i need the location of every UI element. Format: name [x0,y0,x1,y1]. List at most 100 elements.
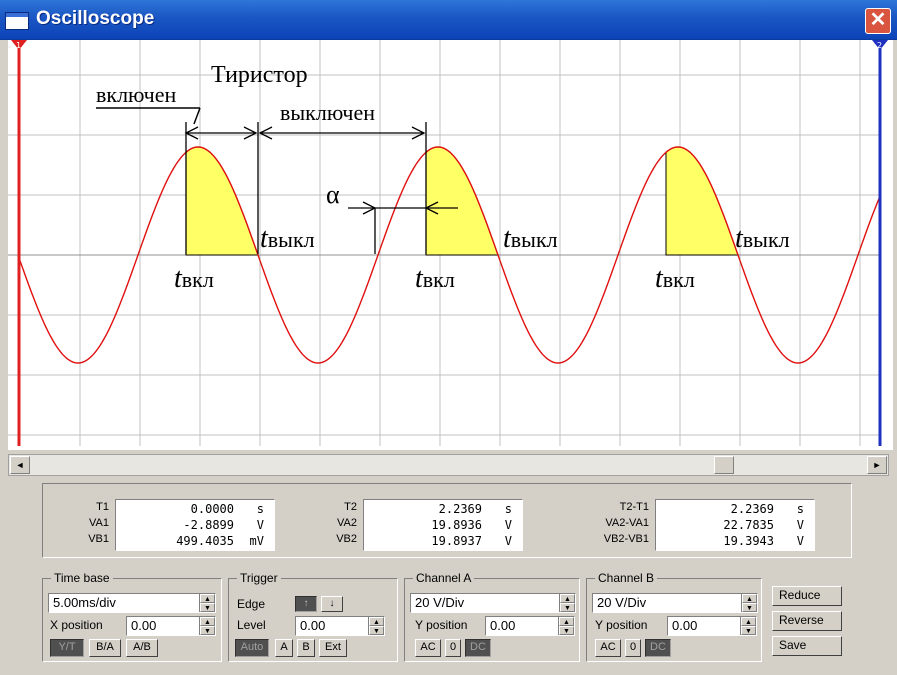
readout-label: VA2 [337,517,357,529]
t-on-label-1: tвкл [174,263,214,294]
scroll-right-button[interactable]: ► [867,456,887,474]
channel-b-scale-value: 20 V/Div [597,595,647,610]
t1-unit: s [256,502,264,516]
trigger-ext-button[interactable]: Ext [319,639,347,657]
level-label: Level [237,618,266,632]
spin-up-icon[interactable]: ▲ [369,617,384,626]
level-spinner[interactable]: ▲ ▼ [368,617,384,635]
close-button[interactable]: ✕ [865,8,891,34]
vb-diff-unit: V [796,534,804,548]
annotation-on: включен [96,82,176,107]
spin-down-icon[interactable]: ▼ [200,626,215,635]
timebase-title: Time base [51,571,113,585]
va-diff-unit: V [796,518,804,532]
channel-a-dc-button[interactable]: DC [465,639,491,657]
readout-label: VB2-VB1 [603,533,649,545]
spin-down-icon[interactable]: ▼ [742,603,757,612]
timebase-value: 5.00ms/div [53,595,116,610]
t2-unit: s [504,502,512,516]
timebase-select[interactable]: 5.00ms/div ▲ ▼ [48,593,216,613]
horizontal-scrollbar[interactable]: ◄ ► [8,454,889,476]
channel-b-ypos-field[interactable]: 0.00 ▲ ▼ [667,616,757,636]
channel-a-zero-button[interactable]: 0 [445,639,461,657]
t-off-label-2: tвыкл [503,223,558,254]
vb2-unit: V [504,534,512,548]
channel-b-group: Channel B 20 V/Div ▲ ▼ Y position 0.00 ▲ ▼… [586,571,762,662]
scope-screen: 1 2 Тиристор включен выключен α tвкл tвы… [8,40,893,450]
va2-value: 19.8936 [431,518,482,532]
spin-down-icon[interactable]: ▼ [559,626,574,635]
channel-a-title: Channel A [413,571,475,585]
spin-up-icon[interactable]: ▲ [560,594,575,603]
cursor-1-label: 1 [16,41,21,50]
mode-ab-button[interactable]: A/B [126,639,158,657]
va-diff-value: 22.7835 [723,518,774,532]
spin-down-icon[interactable]: ▼ [560,603,575,612]
edge-falling-button[interactable]: ↓ [321,596,343,612]
channel-b-ypos-spinner[interactable]: ▲ ▼ [740,617,756,635]
timebase-spinner[interactable]: ▲ ▼ [199,594,215,612]
trigger-group: Trigger Edge ↑ ↓ Level 0.00 ▲ ▼ Auto A B … [228,571,398,662]
readout-label: VB1 [88,533,109,545]
channel-a-group: Channel A 20 V/Div ▲ ▼ Y position 0.00 ▲ ▼… [404,571,580,662]
t2-value: 2.2369 [438,502,482,516]
channel-a-scale-select[interactable]: 20 V/Div ▲ ▼ [410,593,576,613]
readout-label: T1 [96,501,109,513]
spin-down-icon[interactable]: ▼ [741,626,756,635]
title-bar: Oscilloscope ✕ [0,0,897,40]
t1-readout-box: 0.0000 s -2.8899 V 499.4035 mV [115,499,275,551]
spin-up-icon[interactable]: ▲ [200,617,215,626]
spin-up-icon[interactable]: ▲ [741,617,756,626]
channel-b-ac-button[interactable]: AC [595,639,621,657]
spin-down-icon[interactable]: ▼ [369,626,384,635]
trigger-a-button[interactable]: A [275,639,293,657]
xposition-value: 0.00 [131,618,157,633]
channel-a-scale-spinner[interactable]: ▲ ▼ [559,594,575,612]
channel-b-scale-select[interactable]: 20 V/Div ▲ ▼ [592,593,758,613]
scroll-thumb[interactable] [714,456,734,474]
annotation-thyristor: Тиристор [211,62,308,88]
xposition-spinner[interactable]: ▲ ▼ [199,617,215,635]
readout-label: VB2 [336,533,357,545]
spin-down-icon[interactable]: ▼ [200,603,215,612]
cursor-2-label: 2 [877,41,882,50]
channel-b-ypos-value: 0.00 [672,618,698,633]
va1-value: -2.8899 [183,518,234,532]
readout-label: VA1 [89,517,109,529]
va1-unit: V [256,518,264,532]
channel-a-ypos-field[interactable]: 0.00 ▲ ▼ [485,616,575,636]
annotation-alpha: α [326,180,340,209]
channel-b-dc-button[interactable]: DC [645,639,671,657]
conduction-fill [665,146,739,256]
mode-ba-button[interactable]: B/A [89,639,121,657]
diff-readout-box: 2.2369 s 22.7835 V 19.3943 V [655,499,815,551]
reverse-button[interactable]: Reverse [772,611,842,631]
va2-unit: V [504,518,512,532]
channel-b-zero-button[interactable]: 0 [625,639,641,657]
spin-up-icon[interactable]: ▲ [200,594,215,603]
edge-rising-button[interactable]: ↑ [295,596,317,612]
trigger-auto-button[interactable]: Auto [235,639,269,657]
spin-up-icon[interactable]: ▲ [559,617,574,626]
readout-label: T2 [344,501,357,513]
t2-readout-box: 2.2369 s 19.8936 V 19.8937 V [363,499,523,551]
t-off-label-3: tвыкл [735,223,790,254]
channel-b-scale-spinner[interactable]: ▲ ▼ [741,594,757,612]
reduce-button[interactable]: Reduce [772,586,842,606]
vb1-value: 499.4035 [176,534,234,548]
mode-yt-button[interactable]: Y/T [50,639,84,657]
xposition-field[interactable]: 0.00 ▲ ▼ [126,616,216,636]
scroll-left-button[interactable]: ◄ [10,456,30,474]
channel-a-ypos-value: 0.00 [490,618,516,633]
channel-a-ypos-spinner[interactable]: ▲ ▼ [558,617,574,635]
scope-display: 1 2 Тиристор включен выключен α tвкл tвы… [8,40,888,446]
trigger-b-button[interactable]: B [297,639,315,657]
measurement-readouts: T1 VA1 VB1 0.0000 s -2.8899 V 499.4035 mV T… [42,483,852,558]
annotation-on-leader [193,107,201,125]
spin-up-icon[interactable]: ▲ [742,594,757,603]
channel-a-ac-button[interactable]: AC [415,639,441,657]
timebase-group: Time base 5.00ms/div ▲ ▼ X position 0.00 … [42,571,222,662]
save-button[interactable]: Save [772,636,842,656]
t1-value: 0.0000 [190,502,234,516]
level-field[interactable]: 0.00 ▲ ▼ [295,616,385,636]
